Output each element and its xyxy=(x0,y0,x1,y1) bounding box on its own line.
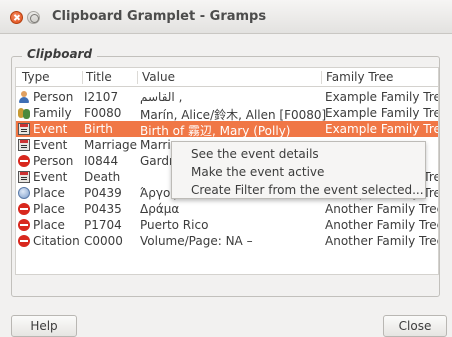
help-button[interactable]: Help xyxy=(11,315,77,337)
value-cell: Puerto Rico xyxy=(140,218,209,232)
type-cell: Citation xyxy=(18,234,86,248)
type-label: Family xyxy=(33,106,72,120)
table-row[interactable]: Place P1704 Puerto Rico Another Family Tree xyxy=(16,217,438,233)
title-cell: Marriage xyxy=(84,138,138,152)
type-cell: Family xyxy=(18,106,86,120)
title-cell: Birth xyxy=(84,122,113,136)
type-label: Event xyxy=(33,138,68,152)
table-row[interactable]: Place P0435 Δράμα Another Family Tree xyxy=(16,201,438,217)
table-header: Type Title Value Family Tree xyxy=(16,68,438,87)
person-icon xyxy=(18,91,30,103)
no-entry-icon xyxy=(18,219,30,231)
title-cell: I2107 xyxy=(84,90,119,104)
table-row[interactable]: Person I2107 القاسم , Example Family Tree xyxy=(16,89,438,105)
close-button[interactable]: Close xyxy=(383,315,447,337)
title-cell: I0844 xyxy=(84,154,119,168)
type-cell: Place xyxy=(18,186,86,200)
column-header-type[interactable]: Type xyxy=(22,70,50,84)
window-close-icon[interactable] xyxy=(10,11,23,24)
context-menu: See the event details Make the event act… xyxy=(171,141,426,199)
window-title: Clipboard Gramplet - Gramps xyxy=(52,9,267,24)
clipboard-legend: Clipboard xyxy=(22,47,98,61)
family-icon xyxy=(18,107,30,119)
table-row[interactable]: Family F0080 Marín, Alice/鈴木, Allen [F0080… xyxy=(16,105,439,122)
no-entry-icon xyxy=(18,203,30,215)
type-cell: Event xyxy=(18,122,86,136)
type-label: Person xyxy=(33,90,74,104)
menu-item-make-event-active[interactable]: Make the event active xyxy=(191,165,324,179)
family-tree-cell: Example Family Tree xyxy=(325,90,439,104)
family-tree-cell: Another Family Tree xyxy=(325,202,439,216)
place-icon xyxy=(18,187,30,199)
type-cell: Person xyxy=(18,154,86,168)
type-cell: Event xyxy=(18,138,86,152)
type-label: Place xyxy=(33,202,65,216)
value-cell: Δράμα xyxy=(140,202,180,216)
title-cell: P1704 xyxy=(84,218,122,232)
no-entry-icon xyxy=(18,235,30,247)
table-row[interactable]: Citation C0000 Volume/Page: NA – Another Fa… xyxy=(16,233,438,249)
title-cell: P0435 xyxy=(84,202,122,216)
type-label: Person xyxy=(33,154,74,168)
event-icon xyxy=(18,171,30,183)
type-label: Event xyxy=(33,170,68,184)
type-label: Citation xyxy=(33,234,80,248)
type-cell: Event xyxy=(18,170,86,184)
family-tree-cell: Another Family Tree xyxy=(325,234,439,248)
column-header-family-tree[interactable]: Family Tree xyxy=(326,70,393,84)
type-cell: Person xyxy=(18,90,86,104)
title-bar: Clipboard Gramplet - Gramps xyxy=(0,0,452,34)
column-header-value[interactable]: Value xyxy=(142,70,175,84)
family-tree-cell: Another Family Tree xyxy=(325,218,439,232)
value-cell: القاسم , xyxy=(140,90,183,104)
family-tree-cell: Example Family Tree xyxy=(325,122,439,136)
title-cell: F0080 xyxy=(84,106,122,120)
column-header-title[interactable]: Title xyxy=(86,70,112,84)
no-entry-icon xyxy=(18,155,30,167)
type-label: Place xyxy=(33,218,65,232)
type-cell: Place xyxy=(18,218,86,232)
value-cell: Volume/Page: NA – xyxy=(140,234,253,248)
type-label: Event xyxy=(33,122,68,136)
event-icon xyxy=(18,123,30,135)
type-cell: Place xyxy=(18,202,86,216)
table-row[interactable]: Event Birth Birth of 霧辺, Mary (Polly) Examp… xyxy=(16,121,439,138)
title-cell: P0439 xyxy=(84,186,122,200)
title-cell: C0000 xyxy=(84,234,123,248)
menu-item-create-filter[interactable]: Create Filter from the event selected... xyxy=(191,183,424,197)
title-cell: Death xyxy=(84,170,121,184)
window-minimize-icon[interactable] xyxy=(27,11,40,24)
menu-item-see-event-details[interactable]: See the event details xyxy=(191,147,319,161)
event-icon xyxy=(18,139,30,151)
type-label: Place xyxy=(33,186,65,200)
family-tree-cell: Example Family Tree xyxy=(325,106,439,120)
